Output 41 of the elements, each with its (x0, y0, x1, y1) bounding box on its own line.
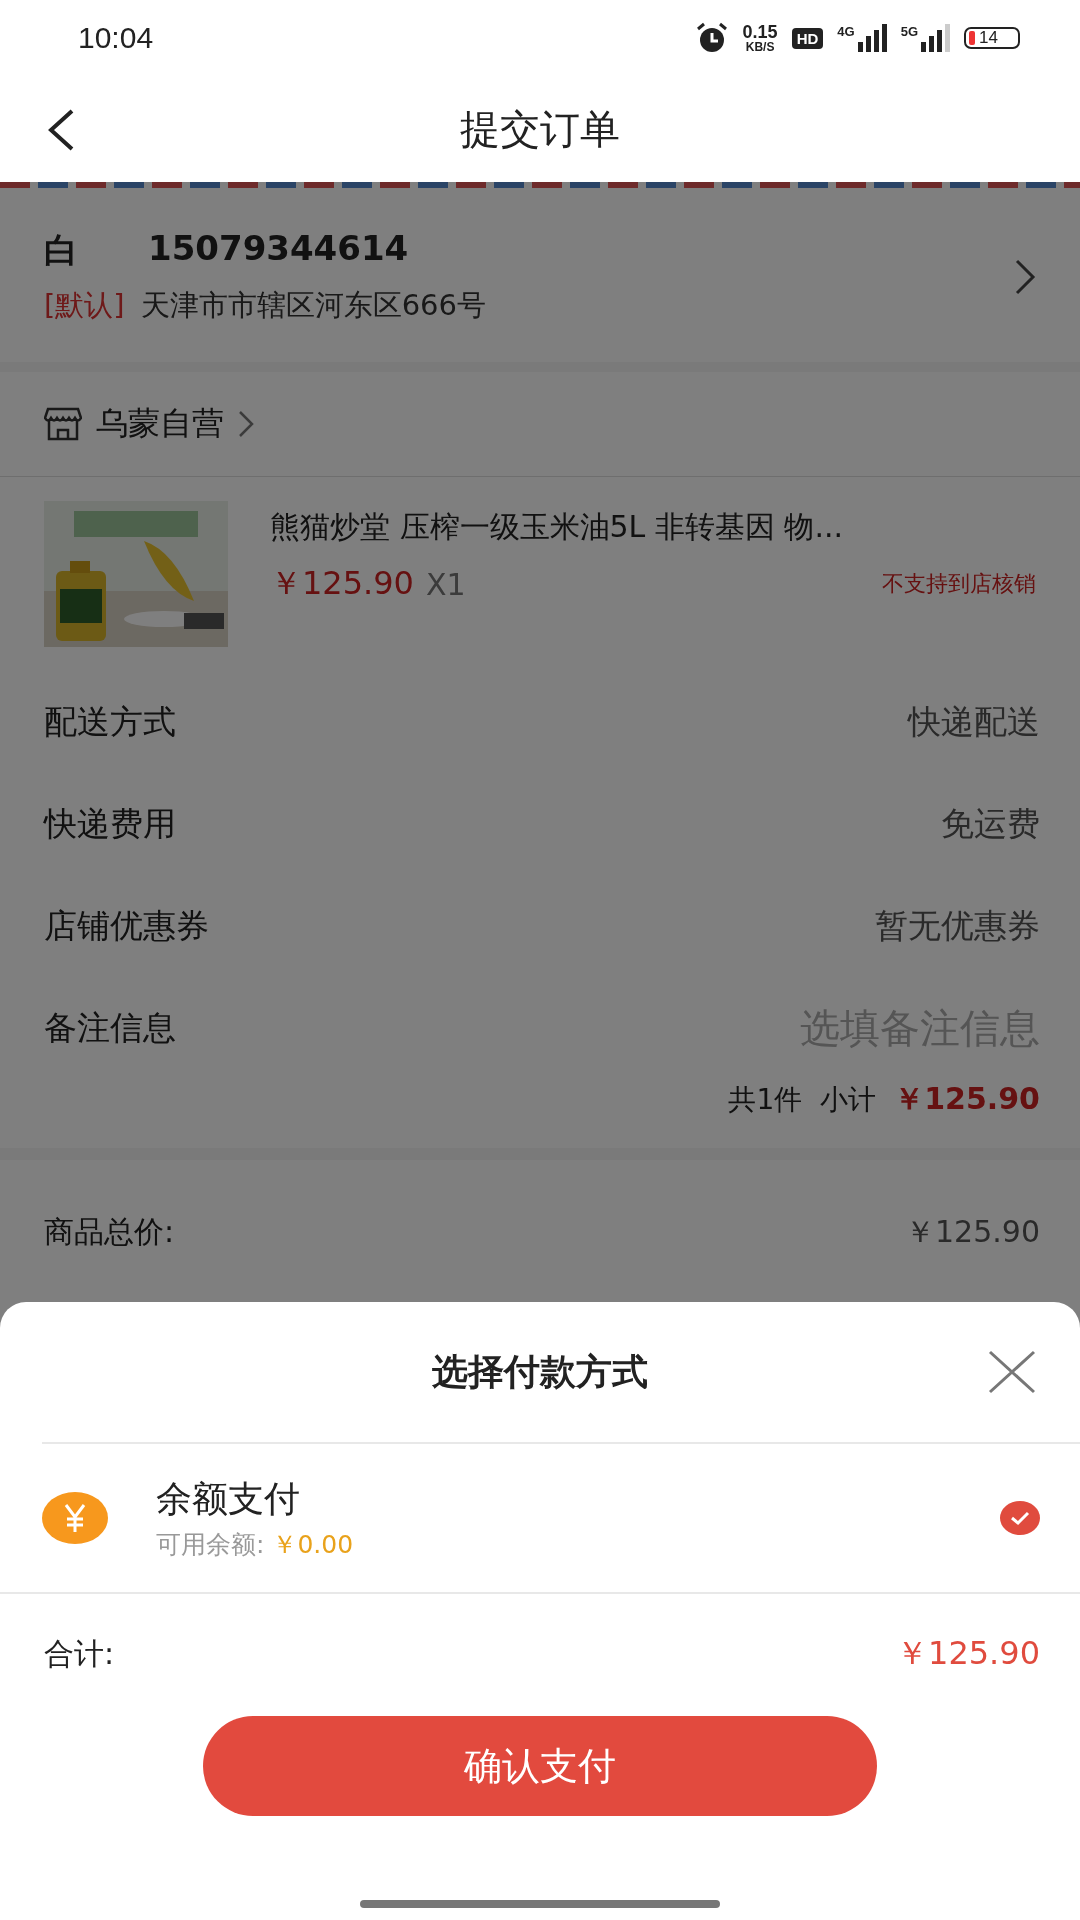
store-pickup-notice: 不支持到店核销 (882, 570, 1036, 598)
address-card[interactable]: 白 15079344614 [默认] 天津市市辖区河东区666号 (0, 188, 1080, 362)
sheet-title: 选择付款方式 (432, 1349, 648, 1394)
chevron-right-icon (1014, 258, 1036, 296)
chevron-right-icon (238, 410, 254, 438)
status-time: 10:04 (78, 21, 154, 55)
row-value: 免运费 (941, 802, 1040, 845)
yen-icon (42, 1492, 108, 1544)
default-tag: [默认] (44, 286, 125, 326)
recipient-name: 白 (44, 229, 78, 272)
address-text: 天津市市辖区河东区666号 (140, 287, 486, 324)
row-label: 快递费用 (44, 802, 176, 845)
payment-method[interactable]: 余额支付 可用余额: ￥0.00 (0, 1444, 1080, 1594)
method-name: 余额支付 (156, 1477, 301, 1521)
subtotal-amount: ￥125.90 (894, 1080, 1040, 1118)
row-label: 店铺优惠券 (44, 904, 209, 947)
product-title: 熊猫炒堂 压榨一级玉米油5L 非转基因 物... (270, 508, 845, 546)
recipient-phone: 15079344614 (148, 228, 409, 270)
page-title: 提交订单 (460, 104, 620, 154)
store-name[interactable]: 乌蒙自营 (96, 402, 224, 446)
row-label: 备注信息 (44, 1006, 176, 1049)
total-amount: ￥125.90 (896, 1633, 1040, 1674)
item-count: 共1件 (728, 1082, 803, 1118)
check-icon[interactable] (1000, 1501, 1040, 1535)
row-label: 配送方式 (44, 700, 176, 743)
product-price: ￥125.90 (270, 563, 414, 604)
alarm-icon (694, 22, 729, 54)
row-value: 暂无优惠券 (875, 904, 1040, 947)
summary-label: 商品总价: (44, 1212, 175, 1251)
store-icon (44, 407, 82, 441)
confirm-payment-button[interactable]: 确认支付 (203, 1716, 877, 1816)
product-quantity: X1 (425, 566, 467, 602)
summary-value: ￥125.90 (905, 1212, 1040, 1251)
subtotal-label: 小计 (820, 1082, 877, 1118)
available-balance: 可用余额: ￥0.00 (156, 1529, 355, 1561)
row-value: 快递配送 (908, 700, 1040, 743)
hd-icon: HD (791, 27, 824, 49)
back-icon[interactable] (46, 108, 76, 152)
network-speed: 0.15 KB/S (742, 23, 778, 53)
total-label: 合计: (44, 1634, 115, 1673)
battery-icon: 14 (964, 27, 1020, 49)
